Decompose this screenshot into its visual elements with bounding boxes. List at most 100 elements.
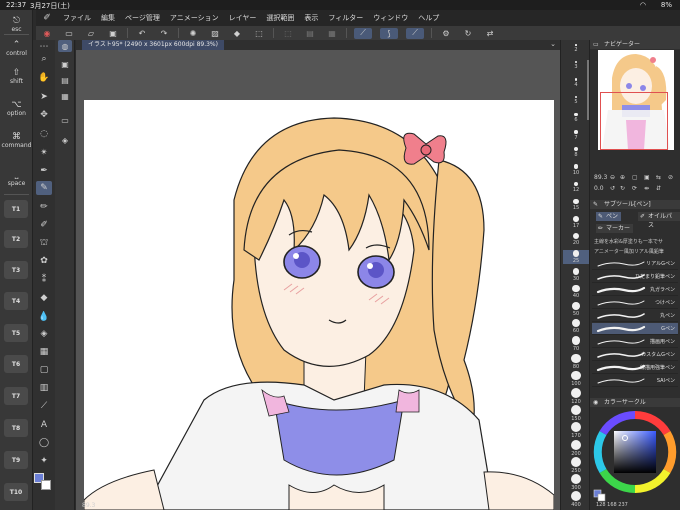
tab-pen[interactable]: ✎ ペン <box>596 212 622 221</box>
reset-rotation-icon[interactable]: ⟳ <box>632 185 637 192</box>
fill-tool-icon[interactable]: ◈ <box>36 327 52 341</box>
blend-tool-icon[interactable]: ⁑ <box>36 273 52 287</box>
brush-size-250[interactable]: 250 <box>563 456 589 474</box>
t3-key[interactable]: T3 <box>4 261 28 279</box>
folder-icon[interactable]: ▭ <box>58 114 72 126</box>
rotate-canvas-icon[interactable]: ↻ <box>461 28 475 39</box>
move-layer-tool-icon[interactable]: ✥ <box>36 108 52 122</box>
new-file-icon[interactable]: ▭ <box>62 28 76 39</box>
brush-size-6[interactable]: 6 <box>563 112 589 123</box>
menu-edit[interactable]: 編集 <box>96 13 120 23</box>
tab-oilpas[interactable]: ✐ オイルパス <box>638 212 680 229</box>
brush-size-100[interactable]: 100 <box>563 370 589 387</box>
ruler-tool-icon[interactable]: ⟋ <box>36 399 52 413</box>
view-icon[interactable]: ▣ <box>58 58 72 70</box>
zoom-in-icon[interactable]: ⊕ <box>620 174 625 181</box>
blur-tool-icon[interactable]: 💧 <box>36 310 52 324</box>
operation-tool-icon[interactable]: ➤ <box>36 90 52 104</box>
settings-icon[interactable]: ⚙ <box>439 28 453 39</box>
show-selection-icon[interactable]: ▦ <box>325 28 339 39</box>
brush-size-30[interactable]: 30 <box>563 267 589 282</box>
t1-key[interactable]: T1 <box>4 200 28 218</box>
snap-ruler-icon[interactable]: ⟋ <box>354 27 372 39</box>
brush-size-17[interactable]: 17 <box>563 216 589 229</box>
brush-item[interactable]: 線描用強筆ペン <box>592 362 678 374</box>
menu-window[interactable]: ウィンドウ <box>368 13 413 23</box>
rotate-right-icon[interactable]: ↻ <box>620 185 625 192</box>
menu-help[interactable]: ヘルプ <box>413 13 444 23</box>
brush-size-120[interactable]: 120 <box>563 388 589 405</box>
brush-item[interactable]: Gペン <box>592 323 678 335</box>
subtool-header[interactable]: ✎ サブツール[ペン] <box>590 200 680 209</box>
brush-item[interactable]: 丸ガラペン <box>592 284 678 296</box>
zoom-out-icon[interactable]: ⊖ <box>610 174 615 181</box>
fill-icon[interactable]: ◆ <box>230 28 244 39</box>
brush-item[interactable]: つけペン <box>592 297 678 309</box>
brush-size-3[interactable]: 3 <box>563 61 589 70</box>
tab-marker[interactable]: ✏ マーカー <box>596 224 634 233</box>
brush-size-80[interactable]: 80 <box>563 353 589 370</box>
t9-key[interactable]: T9 <box>4 451 28 469</box>
transform-icon[interactable]: ⬚ <box>252 28 266 39</box>
esc-key[interactable]: ⎋ esc <box>0 16 33 33</box>
undo-icon[interactable]: ↶ <box>135 28 149 39</box>
decoration-tool-icon[interactable]: ✿ <box>36 254 52 268</box>
t4-key[interactable]: T4 <box>4 292 28 310</box>
brush-size-150[interactable]: 150 <box>563 405 589 422</box>
color-circle[interactable]: 128 168 237 <box>590 394 680 510</box>
brush-size-2[interactable]: 2 <box>563 44 589 53</box>
flip-horizontal-icon[interactable]: ⇹ <box>644 185 649 192</box>
redo-icon[interactable]: ↷ <box>157 28 171 39</box>
clear-icon[interactable]: ▨ <box>208 28 222 39</box>
brush-size-8[interactable]: 8 <box>563 147 589 158</box>
brush-size-50[interactable]: 50 <box>563 302 589 317</box>
brush-size-300[interactable]: 300 <box>563 474 589 491</box>
t5-key[interactable]: T5 <box>4 324 28 342</box>
t7-key[interactable]: T7 <box>4 387 28 405</box>
canvas-area[interactable]: イラスト95* (2490 x 3601px 600dpi 89.3%) ⌄ 8… <box>76 40 560 510</box>
brush-size-15[interactable]: 15 <box>563 198 589 211</box>
navigator-preview[interactable] <box>598 50 674 150</box>
brush-size-400[interactable]: 400 <box>563 491 589 508</box>
brush-size-40[interactable]: 40 <box>563 284 589 299</box>
brush-item[interactable]: カスタムGペン <box>592 349 678 361</box>
sub-color-chip[interactable] <box>41 480 51 490</box>
t10-key[interactable]: T10 <box>4 483 28 501</box>
eyedropper-tool-icon[interactable]: ✒ <box>36 164 52 178</box>
shift-key[interactable]: ⇧ shift <box>0 68 33 85</box>
space-key[interactable]: ⎵ space <box>0 170 33 187</box>
clip-studio-logo-icon[interactable]: ✐ <box>36 13 58 23</box>
fit-icon[interactable]: ▢ <box>632 174 638 181</box>
history-icon[interactable]: ▦ <box>58 90 72 102</box>
brush-size-4[interactable]: 4 <box>563 78 589 88</box>
brush-size-scrollbar[interactable] <box>587 60 589 120</box>
full-size-icon[interactable]: ▣ <box>644 174 650 181</box>
snap-special-ruler-icon[interactable]: ⟆ <box>380 27 398 39</box>
figure-tool-icon[interactable]: ▢ <box>36 363 52 377</box>
flip-icon[interactable]: ⇆ <box>656 174 661 181</box>
brush-size-10[interactable]: 10 <box>563 164 589 176</box>
menu-selection[interactable]: 選択範囲 <box>261 13 299 23</box>
menu-file[interactable]: ファイル <box>58 13 96 23</box>
brush-size-5[interactable]: 5 <box>563 95 589 105</box>
gradient-tool-icon[interactable]: ▦ <box>36 345 52 359</box>
balloon-tool-icon[interactable]: ◯ <box>36 436 52 450</box>
color-wheel[interactable] <box>590 404 680 504</box>
canvas-paper[interactable] <box>84 100 554 510</box>
nav-zoom-value[interactable]: 89.3 <box>594 174 607 181</box>
brush-size-25[interactable]: 25 <box>563 250 589 264</box>
option-key[interactable]: ⌥ option <box>0 100 33 117</box>
brush-tool-icon[interactable]: ✐ <box>36 218 52 232</box>
menu-animation[interactable]: アニメーション <box>165 13 224 23</box>
clip-studio-icon[interactable]: ◉ <box>40 28 54 39</box>
brush-item[interactable]: 描画用ペン <box>592 336 678 348</box>
flip-canvas-icon[interactable]: ⇄ <box>483 28 497 39</box>
brush-size-20[interactable]: 20 <box>563 233 589 246</box>
pencil-tool-icon[interactable]: ✏ <box>36 200 52 214</box>
correct-line-tool-icon[interactable]: ✦ <box>36 454 52 468</box>
zoom-tool-icon[interactable]: ⌕ <box>36 52 52 66</box>
brush-size-70[interactable]: 70 <box>563 336 589 352</box>
brush-size-7[interactable]: 7 <box>563 130 589 141</box>
save-icon[interactable]: ▣ <box>106 28 120 39</box>
auto-select-tool-icon[interactable]: ✴ <box>36 146 52 160</box>
